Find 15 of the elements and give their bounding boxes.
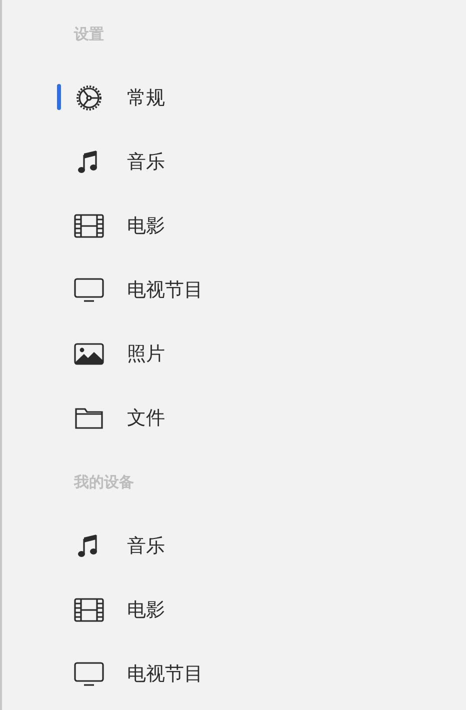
sidebar-item[interactable]: 电视节目 [127,660,203,688]
folder-icon [73,405,105,431]
sidebar-item[interactable]: 电视节目 [127,276,203,304]
film-strip-icon [73,213,105,239]
image-icon [73,341,105,367]
monitor-icon [73,661,105,687]
monitor-icon [73,277,105,303]
sidebar-item[interactable]: 文件 [127,404,165,432]
film-strip-icon [73,597,105,623]
sidebar-item[interactable]: 照片 [127,340,165,368]
sidebar-item[interactable]: 音乐 [127,148,165,176]
sidebar-item[interactable]: 电影 [127,212,165,240]
sidebar-item[interactable]: 电影 [127,596,165,624]
sidebar-item[interactable]: 常规 [127,84,165,112]
sidebar-item[interactable]: 音乐 [127,532,165,560]
